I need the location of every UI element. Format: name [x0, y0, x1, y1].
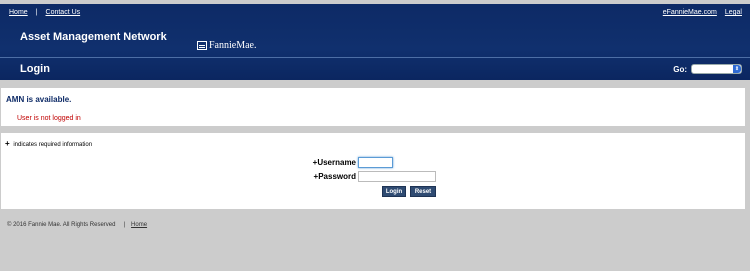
- copyright-text: © 2016 Fannie Mae. All Rights Reserved: [7, 222, 116, 228]
- go-nav: Go: ⇕: [673, 64, 742, 74]
- fannie-mae-logo-icon: [197, 41, 207, 50]
- legal-link[interactable]: Legal: [725, 9, 742, 16]
- fannie-mae-logo: FannieMae.: [197, 40, 257, 51]
- footer-separator: |: [123, 222, 126, 228]
- username-input[interactable]: [358, 157, 393, 168]
- status-message: User is not logged in: [17, 115, 81, 122]
- select-arrows-icon: ⇕: [733, 65, 741, 73]
- status-panel: AMN is available. User is not logged in: [1, 88, 745, 126]
- password-label: +Password: [313, 172, 356, 181]
- page-title: Login: [20, 63, 50, 75]
- go-label: Go:: [673, 64, 687, 74]
- status-title: AMN is available.: [6, 95, 72, 104]
- top-links: Home | Contact Us: [9, 9, 80, 16]
- contact-us-link[interactable]: Contact Us: [46, 9, 81, 16]
- password-input[interactable]: [358, 171, 436, 182]
- site-header: Home | Contact Us eFannieMae.com Legal Asse…: [0, 4, 750, 80]
- required-plus-icon: +: [5, 139, 10, 148]
- reset-button[interactable]: Reset: [410, 186, 436, 197]
- required-note: + indicates required information: [5, 139, 92, 148]
- header-divider: [0, 57, 750, 58]
- go-select[interactable]: ⇕: [691, 64, 742, 74]
- footer: © 2016 Fannie Mae. All Rights Reserved | H…: [7, 222, 147, 228]
- username-label: +Username: [312, 158, 356, 167]
- footer-home-link[interactable]: Home: [131, 222, 147, 228]
- app-title: Asset Management Network: [20, 31, 167, 43]
- right-links: eFannieMae.com Legal: [655, 9, 742, 16]
- login-form: + indicates required information +Userna…: [1, 133, 745, 209]
- link-separator: |: [35, 9, 38, 16]
- home-link[interactable]: Home: [9, 9, 28, 16]
- efanniemae-link[interactable]: eFannieMae.com: [663, 9, 717, 16]
- login-button[interactable]: Login: [382, 186, 406, 197]
- required-note-text: indicates required information: [13, 142, 93, 148]
- logo-text: FannieMae.: [209, 40, 257, 51]
